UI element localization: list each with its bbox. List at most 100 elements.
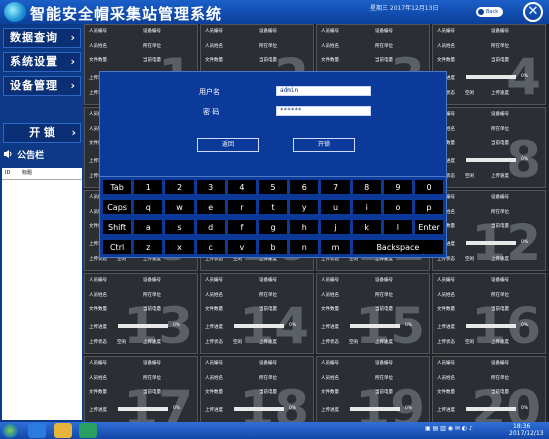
field-device-id: 设备编号 bbox=[375, 278, 393, 283]
menu-device-management-button[interactable]: 设备管理 › bbox=[3, 76, 81, 96]
device-card[interactable]: 16 人员编号 设备编号 人员姓名 所在单位 文件数量 当前电量 上传进度 上传状态 空闲 上传速度… bbox=[432, 273, 546, 354]
key-1[interactable]: 1 bbox=[133, 179, 164, 195]
device-card[interactable]: 8人员编号设备编号人员姓名所在单位文件数量当前电量上传进度上传状态空闲上传速度0… bbox=[432, 107, 546, 188]
key-g[interactable]: g bbox=[258, 219, 289, 235]
key-d[interactable]: d bbox=[195, 219, 226, 235]
taskbar: ▣ ▤ ▥ ◉ ✉ ◐ ♪ 18:36 2017/12/13 bbox=[0, 422, 549, 439]
key-c[interactable]: c bbox=[195, 239, 226, 255]
key-j[interactable]: j bbox=[320, 219, 351, 235]
field-device-id: 设备编号 bbox=[259, 29, 277, 34]
key-x[interactable]: x bbox=[164, 239, 195, 255]
back-button[interactable]: Back bbox=[476, 7, 503, 17]
close-icon[interactable]: ✕ bbox=[523, 2, 543, 22]
key-e[interactable]: e bbox=[195, 199, 226, 215]
field-battery: 当前电量 bbox=[491, 307, 509, 312]
field-person-id: 人员编号 bbox=[321, 361, 339, 366]
key-0[interactable]: 0 bbox=[414, 179, 445, 195]
column-id: ID bbox=[5, 170, 11, 176]
field-file-count: 文件数量 bbox=[89, 58, 107, 63]
device-card[interactable]: 15 人员编号 设备编号 人员姓名 所在单位 文件数量 当前电量 上传进度 上传状态 空闲 上传速度… bbox=[316, 273, 430, 354]
menu-data-query-button[interactable]: 数据查询 › bbox=[3, 28, 81, 48]
key-ctrl[interactable]: Ctrl bbox=[102, 239, 133, 255]
key-w[interactable]: w bbox=[164, 199, 195, 215]
title-bar: 智能安全帽采集站管理系统 星期三 2017年12月13日 Back ✕ bbox=[0, 0, 549, 24]
key-h[interactable]: h bbox=[289, 219, 320, 235]
key-4[interactable]: 4 bbox=[226, 179, 257, 195]
key-u[interactable]: u bbox=[320, 199, 351, 215]
field-file-count: 文件数量 bbox=[89, 307, 107, 312]
key-i[interactable]: i bbox=[351, 199, 382, 215]
key-enter[interactable]: Enter bbox=[414, 219, 445, 235]
key-p[interactable]: p bbox=[414, 199, 445, 215]
key-caps[interactable]: Caps bbox=[102, 199, 133, 215]
chevron-right-icon: › bbox=[70, 31, 76, 44]
dialog-back-button[interactable]: 返回 bbox=[197, 138, 259, 152]
key-q[interactable]: q bbox=[133, 199, 164, 215]
notice-table[interactable]: ID 标题 bbox=[2, 168, 82, 420]
upload-status-value: 空闲 bbox=[349, 340, 358, 345]
unlock-button[interactable]: 开 锁 › bbox=[3, 123, 81, 143]
field-device-id: 设备编号 bbox=[375, 29, 393, 34]
chevron-right-icon: › bbox=[70, 55, 76, 68]
upload-progress-bar bbox=[118, 407, 168, 411]
key-a[interactable]: a bbox=[133, 219, 164, 235]
key-f[interactable]: f bbox=[226, 219, 257, 235]
password-field[interactable]: ****** bbox=[276, 106, 371, 116]
username-label: 用户名 bbox=[199, 88, 220, 96]
explorer-icon[interactable] bbox=[54, 423, 72, 438]
chevron-right-icon: › bbox=[71, 126, 76, 139]
field-upload-progress: 上传进度 bbox=[89, 325, 107, 330]
device-card[interactable]: 4人员编号设备编号人员姓名所在单位文件数量当前电量上传进度上传状态空闲上传速度0… bbox=[432, 24, 546, 105]
menu-system-settings-button[interactable]: 系统设置 › bbox=[3, 52, 81, 72]
device-card[interactable]: 12人员编号设备编号人员姓名所在单位文件数量当前电量上传进度上传状态空闲上传速度… bbox=[432, 190, 546, 271]
upload-percent: 0% bbox=[521, 240, 529, 245]
key-6[interactable]: 6 bbox=[289, 179, 320, 195]
start-button[interactable] bbox=[2, 423, 18, 438]
field-unit: 所在单位 bbox=[491, 210, 509, 215]
field-upload-status: 上传状态 bbox=[89, 340, 107, 345]
key-m[interactable]: m bbox=[320, 239, 351, 255]
key-7[interactable]: 7 bbox=[320, 179, 351, 195]
column-title: 标题 bbox=[21, 170, 32, 176]
key-9[interactable]: 9 bbox=[382, 179, 413, 195]
key-k[interactable]: k bbox=[351, 219, 382, 235]
key-v[interactable]: v bbox=[226, 239, 257, 255]
app-logo-icon bbox=[4, 2, 26, 22]
field-upload-progress: 上传进度 bbox=[437, 325, 455, 330]
username-field[interactable]: admin bbox=[276, 86, 371, 96]
device-card[interactable]: 13 人员编号 设备编号 人员姓名 所在单位 文件数量 当前电量 上传进度 上传状态 空闲 上传速度… bbox=[84, 273, 198, 354]
upload-percent: 0% bbox=[521, 323, 529, 328]
field-device-id: 设备编号 bbox=[375, 361, 393, 366]
upload-progress-bar bbox=[118, 324, 168, 328]
field-file-count: 文件数量 bbox=[321, 58, 339, 63]
key-backspace[interactable]: Backspace bbox=[351, 239, 445, 255]
app-taskbar-icon[interactable] bbox=[79, 423, 97, 438]
key-o[interactable]: o bbox=[382, 199, 413, 215]
field-upload-progress: 上传进度 bbox=[205, 408, 223, 413]
field-battery: 当前电量 bbox=[143, 307, 161, 312]
clock-time: 18:36 bbox=[513, 423, 531, 430]
upload-percent: 0% bbox=[521, 157, 529, 162]
key-2[interactable]: 2 bbox=[164, 179, 195, 195]
device-card[interactable]: 14 人员编号 设备编号 人员姓名 所在单位 文件数量 当前电量 上传进度 上传状态 空闲 上传速度… bbox=[200, 273, 314, 354]
key-r[interactable]: r bbox=[226, 199, 257, 215]
menu-label: 系统设置 bbox=[10, 55, 58, 68]
key-l[interactable]: l bbox=[382, 219, 413, 235]
key-5[interactable]: 5 bbox=[258, 179, 289, 195]
key-8[interactable]: 8 bbox=[351, 179, 382, 195]
key-z[interactable]: z bbox=[133, 239, 164, 255]
upload-percent: 0% bbox=[405, 406, 413, 411]
dialog-unlock-button[interactable]: 开锁 bbox=[293, 138, 355, 152]
ie-icon[interactable] bbox=[28, 423, 46, 438]
key-n[interactable]: n bbox=[289, 239, 320, 255]
field-person-id: 人员编号 bbox=[89, 29, 107, 34]
key-y[interactable]: y bbox=[289, 199, 320, 215]
key-3[interactable]: 3 bbox=[195, 179, 226, 195]
key-shift[interactable]: Shift bbox=[102, 219, 133, 235]
field-file-count: 文件数量 bbox=[321, 390, 339, 395]
key-t[interactable]: t bbox=[258, 199, 289, 215]
key-tab[interactable]: Tab bbox=[102, 179, 133, 195]
key-b[interactable]: b bbox=[258, 239, 289, 255]
unlock-dialog: 用户名 admin 密 码 ****** 返回 开锁 bbox=[99, 71, 447, 185]
key-s[interactable]: s bbox=[164, 219, 195, 235]
